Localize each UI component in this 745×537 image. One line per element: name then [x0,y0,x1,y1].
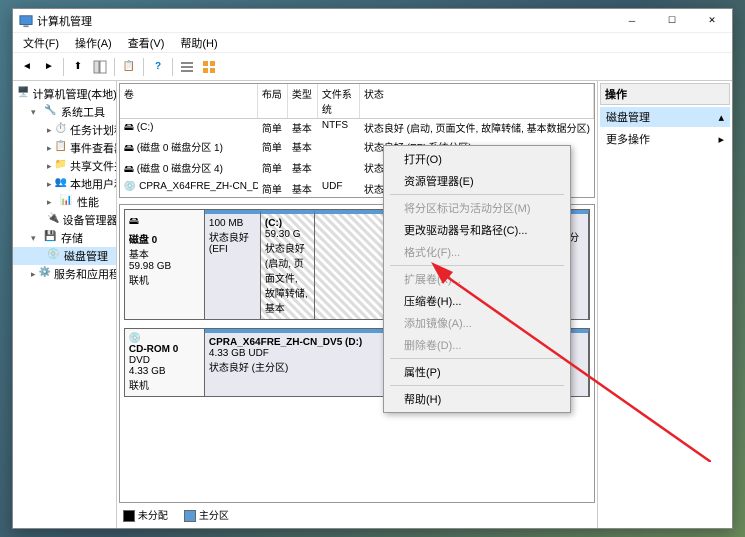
view-detail-button[interactable] [199,57,219,77]
col-layout[interactable]: 布局 [258,84,288,118]
ctx-add-mirror: 添加镜像(A)... [386,312,568,334]
tree-event-viewer[interactable]: ▸📋事件查看器 [13,139,116,157]
window-title: 计算机管理 [37,13,92,29]
legend: 未分配 主分区 [119,503,595,526]
ctx-format: 格式化(F)... [386,241,568,263]
expand-icon: ▴ [718,111,724,124]
cdrom-0-label[interactable]: 💿 CD-ROM 0 DVD 4.33 GB 联机 [125,329,205,396]
disk-0-partition-c[interactable]: (C:)59.30 G状态良好 (启动, 页面文件, 故障转储, 基本 [261,210,315,319]
menubar: 文件(F) 操作(A) 查看(V) 帮助(H) [13,33,732,53]
tree-disk-management[interactable]: 💿磁盘管理 [13,247,116,265]
legend-unallocated-swatch [123,510,135,522]
disk-0-partition-1[interactable]: 100 MB状态良好 (EFI [205,210,261,319]
tree-services-apps[interactable]: ▸⚙️服务和应用程序 [13,265,116,283]
view-list-button[interactable] [177,57,197,77]
tree-system-tools[interactable]: ▾🔧系统工具 [13,103,116,121]
show-hide-button[interactable] [90,57,110,77]
tree-pane: 🖥️计算机管理(本地) ▾🔧系统工具 ▸⏱️任务计划程序 ▸📋事件查看器 ▸📁共… [13,81,117,528]
help-button[interactable]: ? [148,57,168,77]
toolbar: ◄ ► ⬆ 📋 ? [13,53,732,81]
ctx-explorer[interactable]: 资源管理器(E) [386,170,568,192]
ctx-extend: 扩展卷(X)... [386,268,568,290]
menu-file[interactable]: 文件(F) [19,35,63,51]
minimize-button[interactable]: ─ [612,9,652,33]
volume-row[interactable]: 🖴 (C:)简单基本NTFS状态良好 (启动, 页面文件, 故障转储, 基本数据… [120,119,594,138]
chevron-right-icon: ▸ [718,133,724,146]
actions-pane: 操作 磁盘管理▴ 更多操作▸ [598,81,732,528]
ctx-help[interactable]: 帮助(H) [386,388,568,410]
context-menu: 打开(O) 资源管理器(E) 将分区标记为活动分区(M) 更改驱动器号和路径(C… [383,145,571,413]
ctx-open[interactable]: 打开(O) [386,148,568,170]
action-more[interactable]: 更多操作▸ [600,129,730,149]
tree-performance[interactable]: ▸📊性能 [13,193,116,211]
computer-management-window: 计算机管理 ─ ☐ ✕ 文件(F) 操作(A) 查看(V) 帮助(H) ◄ ► … [12,8,733,529]
tree-shared-folders[interactable]: ▸📁共享文件夹 [13,157,116,175]
forward-button[interactable]: ► [39,57,59,77]
app-icon [19,14,33,28]
col-status[interactable]: 状态 [360,84,594,118]
titlebar: 计算机管理 ─ ☐ ✕ [13,9,732,33]
tree-storage[interactable]: ▾💾存储 [13,229,116,247]
actions-header: 操作 [600,83,730,105]
ctx-mark-active: 将分区标记为活动分区(M) [386,197,568,219]
col-type[interactable]: 类型 [288,84,318,118]
action-disk-management[interactable]: 磁盘管理▴ [600,107,730,127]
maximize-button[interactable]: ☐ [652,9,692,33]
legend-primary-swatch [184,510,196,522]
tree-device-manager[interactable]: 🔌设备管理器 [13,211,116,229]
menu-view[interactable]: 查看(V) [124,35,169,51]
ctx-properties[interactable]: 属性(P) [386,361,568,383]
properties-button[interactable]: 📋 [119,57,139,77]
ctx-change-letter[interactable]: 更改驱动器号和路径(C)... [386,219,568,241]
menu-help[interactable]: 帮助(H) [176,35,221,51]
close-button[interactable]: ✕ [692,9,732,33]
back-button[interactable]: ◄ [17,57,37,77]
menu-action[interactable]: 操作(A) [71,35,116,51]
up-button[interactable]: ⬆ [68,57,88,77]
tree-task-scheduler[interactable]: ▸⏱️任务计划程序 [13,121,116,139]
col-volume[interactable]: 卷 [120,84,258,118]
tree-local-users[interactable]: ▸👥本地用户和组 [13,175,116,193]
ctx-shrink[interactable]: 压缩卷(H)... [386,290,568,312]
tree-root[interactable]: 🖥️计算机管理(本地) [13,85,116,103]
col-filesystem[interactable]: 文件系统 [318,84,360,118]
volume-table-header: 卷 布局 类型 文件系统 状态 [120,84,594,119]
disk-0-label[interactable]: 🖴 磁盘 0 基本 59.98 GB 联机 [125,210,205,319]
ctx-delete: 删除卷(D)... [386,334,568,356]
